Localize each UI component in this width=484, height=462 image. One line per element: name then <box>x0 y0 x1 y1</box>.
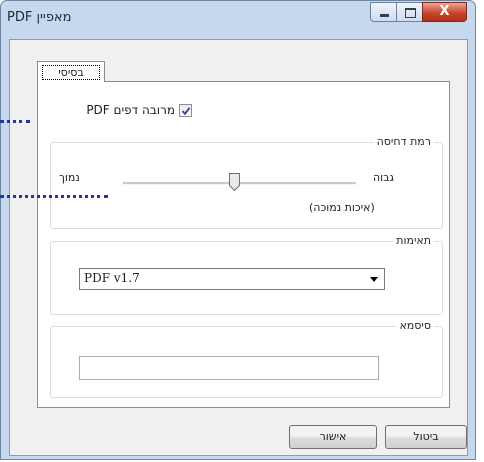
close-button[interactable]: X <box>422 2 467 22</box>
tab-basic-label: בסיסי <box>42 65 100 80</box>
maximize-icon <box>397 3 422 21</box>
dialog-client-area: בסיסי מרובה דפים PDF רמת דחיסה גבוה נמוך <box>9 39 468 456</box>
window-title: מאפיין PDF <box>7 10 72 25</box>
tab-basic[interactable]: בסיסי <box>37 61 105 82</box>
compression-high-label: גבוה <box>373 171 395 184</box>
multipage-label: מרובה דפים PDF <box>86 103 175 117</box>
password-group: סיסמא <box>50 319 443 398</box>
pdf-version-select[interactable]: PDF v1.7 <box>79 268 385 290</box>
checkmark-icon <box>181 106 191 115</box>
annotation-dotted-line <box>0 120 30 123</box>
compression-quality-label: (איכות נמוכה) <box>309 201 375 214</box>
password-field[interactable] <box>79 356 379 380</box>
compatibility-group: תאימות PDF v1.7 <box>50 234 443 315</box>
tab-panel-basic: מרובה דפים PDF רמת דחיסה גבוה נמוך (איכו… <box>37 81 450 408</box>
annotation-dotted-line <box>0 195 108 198</box>
minimize-button[interactable] <box>370 2 397 22</box>
dialog-window: מאפיין PDF X בסיסי מרובה דפים PDF רמת דח… <box>0 0 476 460</box>
multipage-option[interactable]: מרובה דפים PDF <box>86 103 192 117</box>
chevron-down-icon <box>370 277 378 282</box>
compression-slider-thumb[interactable] <box>229 173 241 191</box>
maximize-button[interactable] <box>396 2 423 22</box>
password-legend: סיסמא <box>396 319 434 332</box>
compression-group: רמת דחיסה גבוה נמוך (איכות נמוכה) <box>50 135 443 229</box>
compatibility-legend: תאימות <box>393 234 434 247</box>
ok-button[interactable]: אישור <box>289 425 377 449</box>
compression-legend: רמת דחיסה <box>373 135 434 148</box>
pdf-version-value: PDF v1.7 <box>84 271 140 285</box>
close-icon: X <box>439 4 450 19</box>
multipage-checkbox[interactable] <box>179 103 192 117</box>
cancel-button[interactable]: ביטול <box>385 425 467 449</box>
compression-low-label: נמוך <box>59 171 80 184</box>
minimize-icon <box>371 3 396 21</box>
title-bar[interactable]: מאפיין PDF X <box>1 1 475 39</box>
